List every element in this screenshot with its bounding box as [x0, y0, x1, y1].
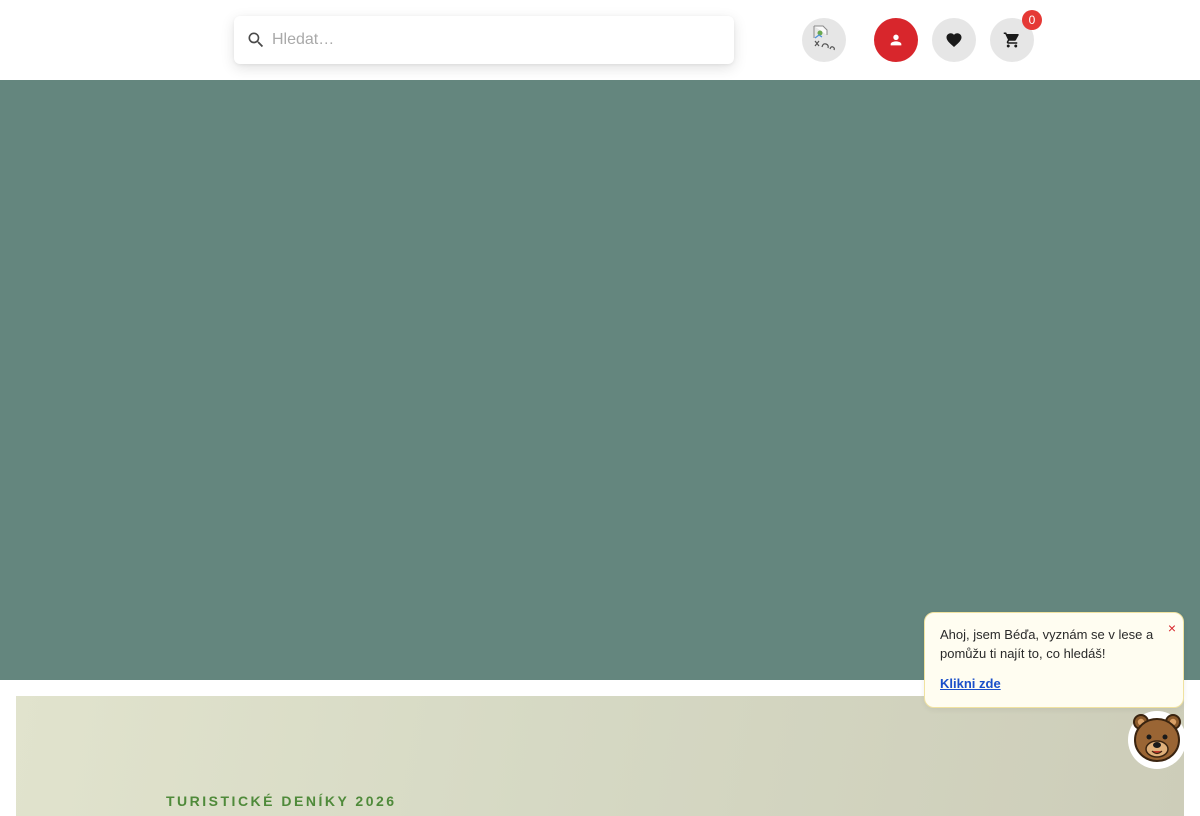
wishlist-button[interactable] — [932, 18, 976, 62]
hero-banner — [0, 80, 1200, 680]
heart-icon — [946, 33, 962, 48]
cart-icon — [1003, 32, 1019, 48]
account-button[interactable] — [874, 18, 918, 62]
bear-icon[interactable] — [1127, 708, 1187, 770]
header: 0 — [0, 0, 1200, 80]
search-bar — [234, 16, 734, 64]
chat-link[interactable]: Klikni zde — [940, 676, 1001, 691]
chat-popup: Ahoj, jsem Béďa, vyznám se v lese a pomů… — [924, 612, 1184, 708]
promo-title: TURISTICKÉ DENÍKY 2026 — [166, 793, 397, 809]
close-icon[interactable]: × — [1165, 621, 1179, 635]
search-icon — [248, 32, 264, 48]
promo-banner: TURISTICKÉ DENÍKY 2026 — [16, 696, 1184, 816]
cart-count-badge: 0 — [1022, 10, 1042, 30]
search-input[interactable] — [272, 16, 712, 64]
user-icon — [890, 34, 902, 46]
language-button[interactable] — [802, 18, 846, 62]
chat-message: Ahoj, jsem Béďa, vyznám se v lese a pomů… — [940, 627, 1154, 661]
broken-image-icon — [813, 25, 835, 51]
